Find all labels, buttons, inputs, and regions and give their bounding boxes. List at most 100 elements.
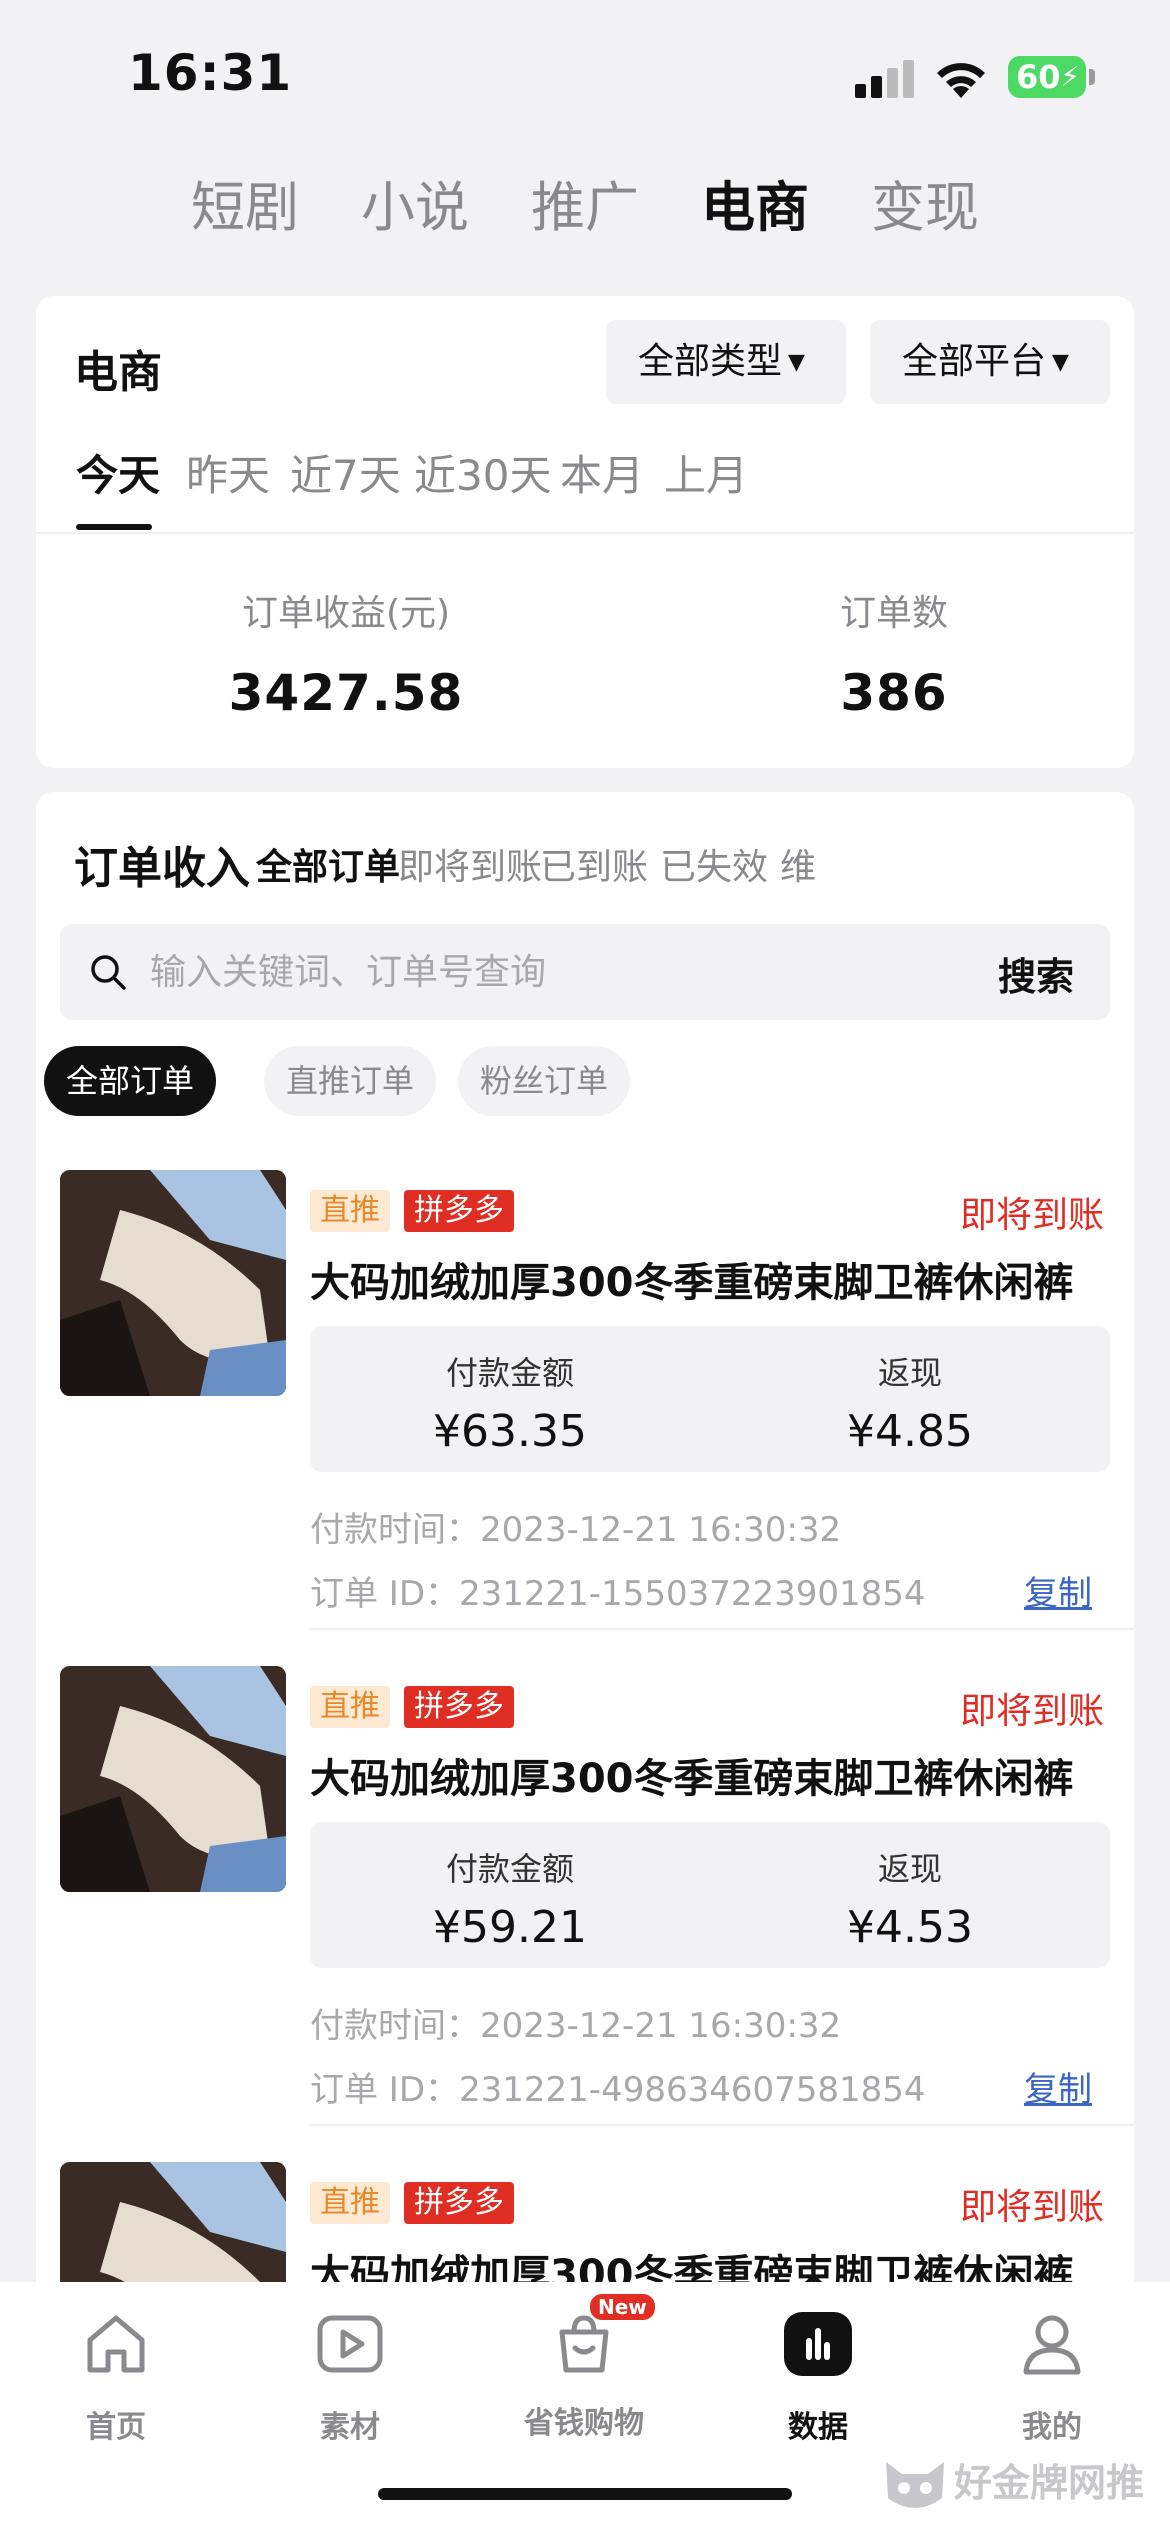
pay-amount-value: ¥63.35	[433, 1406, 587, 1457]
search-button[interactable]: 搜索	[998, 946, 1074, 1001]
pay-time: 付款时间：2023-12-21 16:30:32	[310, 1510, 842, 1550]
search-icon	[91, 955, 126, 990]
product-thumbnail	[60, 1666, 286, 1892]
pay-amount: 付款金额 ¥59.21	[310, 1844, 710, 1953]
tab-data-label: 数据	[788, 2410, 848, 2445]
cashback-amount: 返现 ¥4.53	[710, 1844, 1110, 1953]
pay-time: 付款时间：2023-12-21 16:30:32	[310, 2006, 842, 2046]
order-tab-all[interactable]: 全部订单	[256, 838, 400, 890]
platform-badge: 拼多多	[404, 1190, 514, 1232]
cashback-label: 返现	[877, 1850, 942, 1888]
product-thumbnail	[60, 1170, 286, 1396]
date-tab-7days[interactable]: 近7天	[290, 442, 401, 503]
date-tab-today[interactable]: 今天	[76, 442, 160, 503]
order-tab-more[interactable]: 维	[780, 838, 816, 890]
revenue-stat: 订单收益(元) 3427.58	[146, 584, 546, 722]
cashback-label: 返现	[877, 1354, 942, 1392]
category-tab-novel[interactable]: 小说	[361, 168, 469, 248]
amount-box: 付款金额 ¥59.21 返现 ¥4.53	[310, 1822, 1110, 1968]
tab-home-label: 首页	[86, 2410, 146, 2445]
order-status: 即将到账	[959, 1691, 1104, 1732]
order-tab-expired[interactable]: 已失效	[660, 838, 768, 890]
order-tab-received[interactable]: 已到账	[540, 838, 648, 890]
shopping-bag-icon: New	[548, 2292, 657, 2380]
tab-shopping[interactable]: New 省钱购物	[504, 2292, 664, 2442]
wifi-icon	[937, 63, 985, 98]
caret-down-icon: ▼	[788, 350, 805, 375]
search-input[interactable]	[150, 924, 930, 1020]
revenue-label: 订单收益(元)	[241, 593, 451, 634]
home-icon	[87, 2315, 145, 2373]
order-item[interactable]: 直推 拼多多 即将到账 大码加绒加厚300冬季重磅束脚卫裤休闲裤 付款金额 ¥6…	[36, 1134, 1134, 1630]
order-item[interactable]: 直推 拼多多 即将到账 大码加绒加厚300冬季重磅束脚卫裤休闲裤	[36, 2126, 1134, 2292]
battery-icon: 60 ⚡	[1008, 56, 1095, 98]
pay-amount-label: 付款金额	[445, 1850, 574, 1888]
order-count-label: 订单数	[839, 593, 948, 634]
cashback-amount: 返现 ¥4.85	[710, 1348, 1110, 1457]
order-income-title: 订单收入	[74, 843, 250, 894]
cat-logo-icon	[886, 2461, 944, 2508]
direct-badge: 直推	[310, 2182, 390, 2224]
new-badge: New	[588, 2292, 657, 2322]
card-title: 电商	[74, 347, 162, 398]
order-id: 订单 ID：231221-498634607581854	[310, 2070, 926, 2110]
date-tab-30days[interactable]: 近30天	[414, 442, 551, 503]
date-tab-yesterday[interactable]: 昨天	[186, 442, 270, 503]
order-income-card: 订单收入 全部订单 即将到账 已到账 已失效 维 搜索 全部订单 直推订单 粉丝…	[36, 792, 1134, 2292]
product-thumbnail	[60, 2162, 286, 2292]
direct-badge: 直推	[310, 1190, 390, 1232]
order-item[interactable]: 直推 拼多多 即将到账 大码加绒加厚300冬季重磅束脚卫裤休闲裤 付款金额 ¥5…	[36, 1630, 1134, 2126]
cellular-signal-icon	[855, 60, 915, 98]
tab-profile[interactable]: 我的	[972, 2308, 1132, 2446]
chip-all-orders[interactable]: 全部订单	[44, 1046, 217, 1116]
amount-box: 付款金额 ¥63.35 返现 ¥4.85	[310, 1326, 1110, 1472]
category-tab-cashout[interactable]: 变现	[871, 168, 979, 248]
copy-order-id-link[interactable]: 复制	[1024, 2062, 1092, 2111]
tab-shopping-label: 省钱购物	[524, 2406, 644, 2441]
order-status: 即将到账	[959, 1195, 1104, 1236]
bar-chart-icon	[784, 2312, 852, 2376]
category-tab-drama[interactable]: 短剧	[191, 168, 299, 248]
order-id: 订单 ID：231221-155037223901854	[310, 1574, 926, 1614]
user-icon	[1023, 2315, 1081, 2375]
chip-direct-orders[interactable]: 直推订单	[264, 1046, 437, 1116]
pay-amount-value: ¥59.21	[433, 1902, 587, 1953]
tab-materials-label: 素材	[320, 2410, 380, 2445]
category-tab-promote[interactable]: 推广	[531, 168, 639, 248]
platform-badge: 拼多多	[404, 1686, 514, 1728]
battery-level: 60	[1016, 58, 1061, 96]
category-tab-ecommerce[interactable]: 电商	[701, 168, 809, 248]
ecommerce-summary-card: 电商 全部类型 ▼ 全部平台 ▼ 今天 昨天 近7天 近30天 本月 上月 订单收益…	[36, 296, 1134, 768]
watermark: 好金牌网推	[880, 2452, 1144, 2512]
chip-fan-orders[interactable]: 粉丝订单	[458, 1046, 631, 1116]
type-filter-label: 全部类型	[638, 341, 783, 382]
caret-down-icon: ▼	[1052, 350, 1069, 375]
revenue-value: 3427.58	[228, 664, 464, 722]
tab-home[interactable]: 首页	[36, 2308, 196, 2446]
tab-materials[interactable]: 素材	[270, 2308, 430, 2446]
order-count-stat: 订单数 386	[694, 584, 1094, 722]
platform-filter-dropdown[interactable]: 全部平台 ▼	[870, 320, 1110, 404]
date-tab-last-month[interactable]: 上月	[664, 442, 748, 503]
status-time: 16:31	[128, 44, 293, 102]
order-status: 即将到账	[959, 2187, 1104, 2228]
category-nav: 短剧 小说 推广 电商 变现	[0, 168, 1170, 248]
play-icon	[317, 2315, 383, 2373]
active-tab-indicator	[76, 524, 152, 530]
direct-badge: 直推	[310, 1686, 390, 1728]
pay-amount-label: 付款金额	[445, 1354, 574, 1392]
cashback-value: ¥4.85	[847, 1406, 973, 1457]
platform-badge: 拼多多	[404, 2182, 514, 2224]
status-bar: 16:31 60 ⚡	[0, 0, 1170, 140]
cashback-value: ¥4.53	[847, 1902, 973, 1953]
tab-data[interactable]: 数据	[738, 2308, 898, 2446]
product-title: 大码加绒加厚300冬季重磅束脚卫裤休闲裤	[310, 1756, 1074, 1802]
type-filter-dropdown[interactable]: 全部类型 ▼	[606, 320, 846, 404]
order-tab-pending[interactable]: 即将到账	[398, 838, 542, 890]
copy-order-id-link[interactable]: 复制	[1024, 1566, 1092, 1615]
product-title: 大码加绒加厚300冬季重磅束脚卫裤休闲裤	[310, 1260, 1074, 1306]
order-count-value: 386	[840, 664, 948, 722]
date-tab-this-month[interactable]: 本月	[560, 442, 644, 503]
watermark-text: 好金牌网推	[954, 2461, 1145, 2505]
platform-filter-label: 全部平台	[902, 341, 1047, 382]
